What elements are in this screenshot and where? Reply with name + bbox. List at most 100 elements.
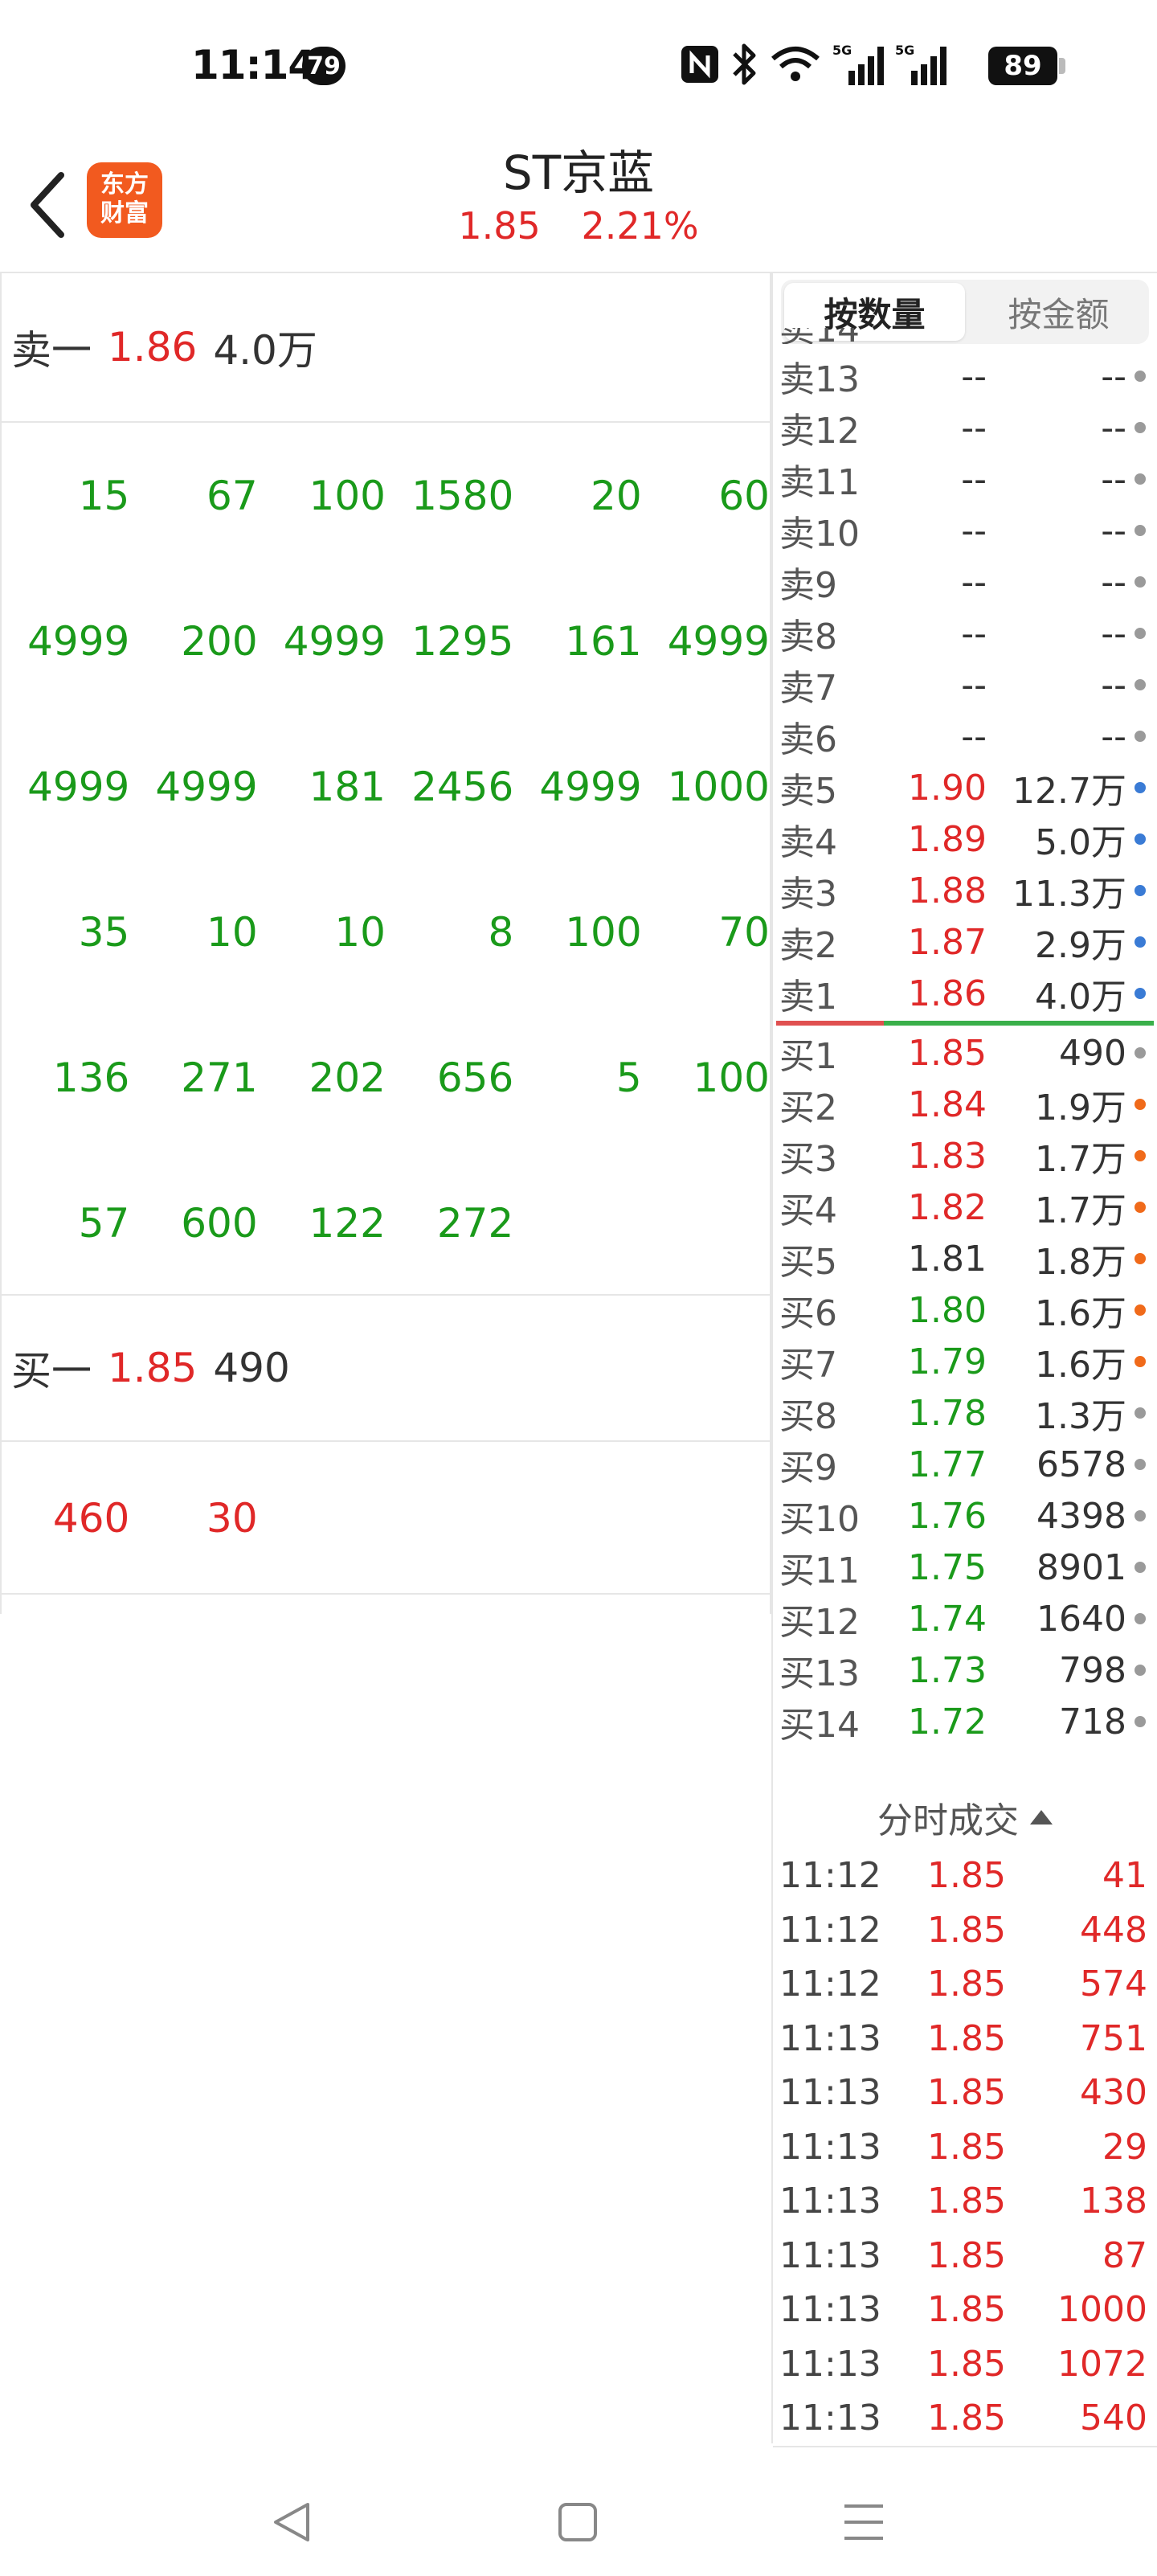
status-dot-icon [1135, 1665, 1146, 1676]
bid-level-price: 1.81 [908, 1238, 987, 1280]
trade-time: 11:13 [779, 2343, 881, 2385]
ask-level-row[interactable]: 卖5 1.90 12.7万 [773, 762, 1157, 813]
buy-queue-grid: 460 30 [2, 1442, 770, 1595]
status-dot-icon [1135, 782, 1146, 793]
sell-orders-cell: 60 [718, 472, 770, 519]
bid-level-volume: 798 [1059, 1649, 1126, 1691]
status-dot-icon [1135, 988, 1146, 999]
bid-level-price: 1.73 [908, 1649, 987, 1691]
sell-orders-cell: 200 [181, 617, 258, 665]
trade-volume: 430 [1080, 2072, 1147, 2114]
status-bar: 11:14 79 5G 5G 89 [0, 0, 1157, 121]
ask-level-row[interactable]: 卖8 -- -- [773, 608, 1157, 659]
sell1-price: 1.86 [108, 324, 198, 371]
sell-orders-row: 136 271 202 656 5 100 [2, 1005, 770, 1150]
sell-orders-cell: 272 [436, 1199, 514, 1247]
bid-level-label: 买11 [779, 1550, 860, 1591]
ask-level-volume: -- [1101, 407, 1126, 448]
trade-time: 11:13 [779, 2234, 881, 2276]
status-time: 11:14 [191, 42, 316, 88]
square-home-icon [558, 2503, 597, 2541]
bid-level-row[interactable]: 买2 1.84 1.9万 [773, 1079, 1157, 1130]
trade-price: 1.85 [927, 2181, 1006, 2222]
bid-level-row[interactable]: 买3 1.83 1.7万 [773, 1130, 1157, 1182]
nav-menu-button[interactable] [836, 2498, 892, 2546]
bid-level-label: 买3 [779, 1139, 837, 1180]
sell-orders-cell: 70 [718, 908, 770, 956]
ask-level-price: -- [961, 407, 987, 448]
bid-level-row[interactable]: 买6 1.80 1.6万 [773, 1284, 1157, 1336]
ask-level-row[interactable]: 卖10 -- -- [773, 505, 1157, 556]
trade-price: 1.85 [927, 2398, 1006, 2439]
notification-badge: 79 [302, 47, 345, 85]
ask-level-row[interactable]: 卖12 -- -- [773, 402, 1157, 453]
status-dot-icon [1135, 1099, 1146, 1110]
trade-price: 1.85 [927, 2343, 1006, 2385]
battery-tip [1059, 58, 1065, 74]
bid-level-row[interactable]: 买1 1.85 490 [773, 1027, 1157, 1079]
ask-level-row[interactable]: 卖13 -- -- [773, 350, 1157, 402]
sell-orders-cell: 1295 [411, 617, 514, 665]
status-dot-icon [1135, 371, 1146, 382]
ask-level-row[interactable]: 卖9 -- -- [773, 556, 1157, 608]
buy-orders-cell: 30 [206, 1495, 258, 1542]
ask-level-row[interactable]: 卖3 1.88 11.3万 [773, 865, 1157, 916]
bid-level-row[interactable]: 买9 1.77 6578 [773, 1439, 1157, 1490]
sell-orders-cell: 271 [181, 1054, 258, 1101]
bid-level-volume: 1640 [1036, 1598, 1126, 1640]
status-dot-icon [1135, 576, 1146, 588]
sell-orders-cell: 2456 [411, 763, 514, 810]
sell-orders-cell: 67 [206, 472, 258, 519]
ask-level-price: -- [961, 510, 987, 551]
trade-volume: 540 [1080, 2398, 1147, 2439]
ask-level-row[interactable]: 卖11 -- -- [773, 453, 1157, 505]
bid-level-volume: 4398 [1036, 1495, 1126, 1537]
bid-level-row[interactable]: 买5 1.81 1.8万 [773, 1233, 1157, 1284]
ask-level-label: 卖9 [779, 565, 837, 606]
bid-level-label: 买4 [779, 1190, 837, 1231]
ask-level-row[interactable]: 卖1 1.86 4.0万 [773, 968, 1157, 1019]
trade-row: 11:13 1.85 430 [773, 2066, 1157, 2120]
nav-home-button[interactable] [550, 2498, 606, 2546]
tab-by-amount[interactable]: 按金额 [968, 280, 1149, 344]
status-dot-icon [1135, 1202, 1146, 1213]
book-divider [773, 1019, 1157, 1027]
bid-level-row[interactable]: 买14 1.72 718 [773, 1696, 1157, 1747]
trade-price: 1.85 [927, 2289, 1006, 2331]
trade-price: 1.85 [927, 1964, 1006, 2005]
divider-green [884, 1021, 1154, 1026]
trade-time: 11:13 [779, 2398, 881, 2439]
trade-row: 11:13 1.85 138 [773, 2174, 1157, 2229]
bid-level-row[interactable]: 买7 1.79 1.6万 [773, 1336, 1157, 1387]
trades-header[interactable]: 分时成交 [773, 1791, 1157, 1844]
bid-level-row[interactable]: 买13 1.73 798 [773, 1644, 1157, 1696]
stock-price: 1.85 [458, 204, 541, 248]
bid-level-row[interactable]: 买12 1.74 1640 [773, 1593, 1157, 1644]
ask-level-row[interactable]: 卖6 -- -- [773, 711, 1157, 762]
ask-level-row[interactable]: 卖4 1.89 5.0万 [773, 813, 1157, 865]
bid-level-row[interactable]: 买8 1.78 1.3万 [773, 1387, 1157, 1439]
ask-level-price: -- [961, 612, 987, 654]
sell-orders-cell: 4999 [27, 763, 130, 810]
status-dot-icon [1135, 679, 1146, 690]
ask-level-label: 卖8 [779, 616, 837, 657]
bid-level-row[interactable]: 买11 1.75 8901 [773, 1542, 1157, 1593]
ask-level-price: 1.86 [908, 973, 987, 1014]
ask-level-volume: -- [1101, 715, 1126, 757]
ask-level-label: 卖1 [779, 977, 837, 1018]
nav-back-button[interactable] [264, 2498, 320, 2546]
bid-level-row[interactable]: 买10 1.76 4398 [773, 1490, 1157, 1542]
trade-price: 1.85 [927, 2234, 1006, 2276]
sell-orders-cell: 35 [78, 908, 130, 956]
bid-level-volume: 1.7万 [1035, 1139, 1126, 1180]
menu-icon [844, 2504, 883, 2540]
bid-level-volume: 1.9万 [1035, 1087, 1126, 1128]
bid-level-label: 买13 [779, 1653, 860, 1694]
ask-level-row[interactable]: 卖2 1.87 2.9万 [773, 916, 1157, 968]
bid-level-price: 1.84 [908, 1083, 987, 1125]
ask-level-label: 卖10 [779, 514, 860, 555]
sell-orders-cell: 4999 [27, 617, 130, 665]
bid-level-row[interactable]: 买4 1.82 1.7万 [773, 1182, 1157, 1233]
bid-level-volume: 8901 [1036, 1546, 1126, 1588]
ask-level-row[interactable]: 卖7 -- -- [773, 659, 1157, 711]
